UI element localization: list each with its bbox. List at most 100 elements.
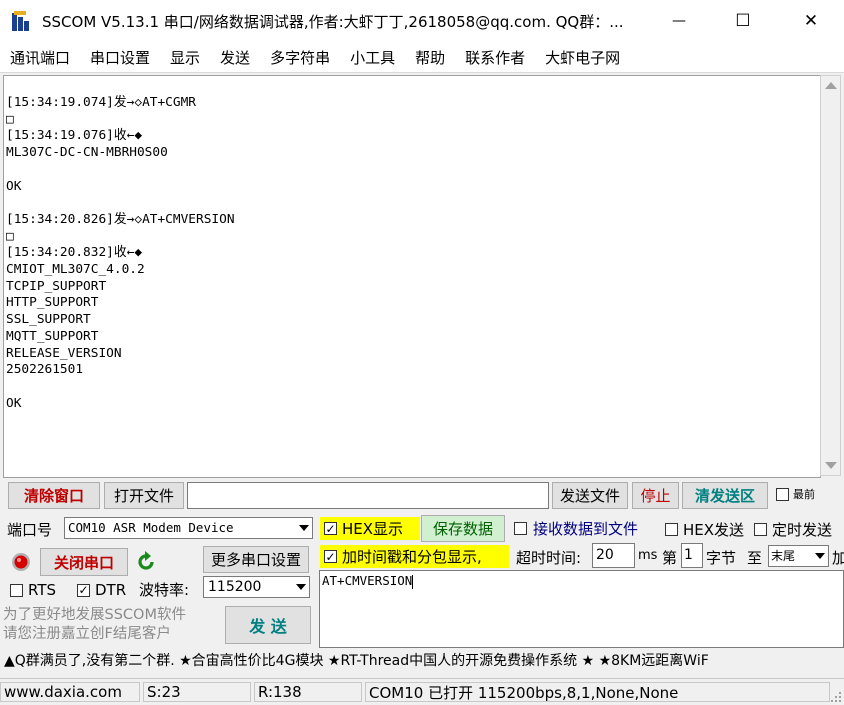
status-sent-count: S:23 (143, 682, 251, 702)
refresh-icon[interactable] (135, 551, 157, 573)
close-button[interactable]: ✕ (788, 0, 834, 42)
timestamp-option[interactable]: ✓ 加时间戳和分包显示, (320, 545, 509, 568)
topmost-checkbox[interactable] (776, 487, 789, 501)
ms-unit-label: ms (638, 548, 658, 563)
text-cursor (412, 574, 414, 589)
rts-checkbox[interactable] (10, 583, 23, 597)
stop-button[interactable]: 停止 (632, 482, 679, 509)
save-data-button[interactable]: 保存数据 (421, 515, 505, 542)
recv-to-file-checkbox[interactable] (514, 522, 527, 535)
dtr-checkbox[interactable]: ✓ (77, 583, 90, 597)
receive-line (6, 379, 235, 396)
receive-scrollbar[interactable] (820, 75, 841, 476)
title-bar: SSCOM V5.13.1 串口/网络数据调试器,作者:大虾丁丁,2618058… (0, 0, 844, 42)
timeout-label: 超时时间: (516, 549, 582, 567)
hex-display-label: HEX显示 (342, 520, 404, 538)
receive-line: 2502261501 (6, 362, 84, 378)
chevron-down-icon[interactable] (295, 518, 312, 538)
receive-line: HTTP_SUPPORT (6, 295, 99, 311)
status-port-info: COM10 已打开 115200bps,8,1,None,None (365, 682, 830, 702)
hex-display-option[interactable]: ✓ HEX显示 (320, 517, 420, 540)
maximize-icon: ☐ (735, 11, 751, 31)
send-file-button[interactable]: 发送文件 (552, 482, 628, 509)
receive-line: RELEASE_VERSION (6, 345, 122, 361)
port-select-value: COM10 ASR Modem Device (68, 520, 234, 535)
receive-line (6, 162, 235, 179)
dtr-option[interactable]: ✓ DTR (77, 581, 126, 599)
baud-rate-select[interactable]: 115200 (203, 576, 310, 598)
scroll-up-icon[interactable] (825, 82, 837, 89)
timestamp-checkbox[interactable]: ✓ (324, 550, 337, 563)
start-byte-input[interactable]: 1 (681, 543, 703, 568)
timestamp-label: 加时间戳和分包显示, (342, 548, 482, 566)
chevron-down-icon[interactable] (811, 546, 828, 566)
receive-line: SSL_SUPPORT (6, 312, 91, 328)
news-ticker[interactable]: ▲Q群满员了,没有第二个群. ★合宙高性价比4G模块 ★RT-Thread中国人… (4, 650, 842, 672)
rts-option[interactable]: RTS (10, 581, 56, 599)
maximize-button[interactable]: ☐ (720, 0, 766, 42)
hex-send-option[interactable]: HEX发送 (665, 519, 744, 540)
menu-help[interactable]: 帮助 (405, 47, 455, 68)
file-path-input[interactable] (187, 482, 549, 509)
sscom-app-icon (12, 11, 29, 31)
end-byte-select[interactable]: 末尾 (768, 545, 829, 567)
port-status-led-icon (12, 553, 30, 571)
receive-line: [15:34:19.076]收←◆ (6, 128, 143, 144)
menu-send[interactable]: 发送 (210, 47, 260, 68)
rts-label: RTS (28, 581, 57, 599)
receive-area[interactable]: [15:34:19.074]发→◇AT+CGMR □ [15:34:19.076]收… (3, 75, 821, 478)
scroll-down-icon[interactable] (825, 462, 837, 469)
menu-bar: 通讯端口 串口设置 显示 发送 多字符串 小工具 帮助 联系作者 大虾电子网 (0, 42, 844, 73)
port-label: 端口号 (7, 521, 53, 539)
resize-grip-icon[interactable] (828, 689, 842, 703)
send-button[interactable]: 发 送 (225, 606, 311, 644)
timeout-input[interactable]: 20 (592, 543, 635, 568)
topmost-label: 最前 (793, 488, 815, 501)
more-port-settings-button[interactable]: 更多串口设置 (203, 546, 309, 573)
status-website[interactable]: www.daxia.com (0, 682, 140, 702)
baud-rate-value: 115200 (208, 579, 262, 595)
menu-comm-port[interactable]: 通讯端口 (0, 47, 80, 68)
open-file-button[interactable]: 打开文件 (104, 482, 184, 509)
port-panel: 端口号 COM10 ASR Modem Device 关闭串口 更多串口设置 R… (0, 513, 316, 648)
baud-rate-label: 波特率: (139, 581, 190, 599)
receive-log: [15:34:19.074]发→◇AT+CGMR □ [15:34:19.076]收… (6, 95, 235, 412)
window-title: SSCOM V5.13.1 串口/网络数据调试器,作者:大虾丁丁,2618058… (42, 13, 624, 31)
receive-line: MQTT_SUPPORT (6, 328, 99, 344)
receive-line: [15:34:20.832]收←◆ (6, 245, 143, 261)
clear-send-area-button[interactable]: 清发送区 (682, 482, 768, 509)
promo-line-2: 请您注册嘉立创F结尾客户 (3, 626, 171, 642)
topmost-option[interactable]: 最前 (776, 486, 815, 502)
status-received-count: R:138 (254, 682, 362, 702)
byte-label: 字节 (706, 549, 737, 567)
hex-display-checkbox[interactable]: ✓ (324, 522, 337, 535)
receive-line: OK (6, 395, 22, 411)
dtr-label: DTR (95, 581, 127, 599)
port-select[interactable]: COM10 ASR Modem Device (64, 517, 313, 539)
close-port-button[interactable]: 关闭串口 (40, 548, 128, 576)
chevron-down-icon[interactable] (292, 577, 309, 597)
end-byte-value: 末尾 (771, 549, 796, 563)
send-text-input[interactable]: AT+CMVERSION (319, 570, 844, 648)
recv-to-file-option[interactable]: 接收数据到文件 (514, 518, 638, 539)
menu-contact-author[interactable]: 联系作者 (455, 47, 535, 68)
timed-send-checkbox[interactable] (754, 523, 767, 536)
minimize-button[interactable]: — (656, 0, 702, 42)
timed-send-option[interactable]: 定时发送 (754, 519, 832, 540)
receive-line: ML307C-DC-CN-MBRH0S00 (6, 145, 168, 161)
timed-send-label: 定时发送 (772, 521, 833, 539)
menu-port-settings[interactable]: 串口设置 (80, 47, 160, 68)
menu-display[interactable]: 显示 (160, 47, 210, 68)
clear-window-button[interactable]: 清除窗口 (8, 482, 100, 509)
menu-daxia-website[interactable]: 大虾电子网 (535, 47, 630, 68)
promo-line-1: 为了更好地发展SSCOM软件 (3, 607, 186, 623)
hex-send-checkbox[interactable] (665, 523, 678, 536)
menu-tools[interactable]: 小工具 (340, 47, 405, 68)
menu-multi-string[interactable]: 多字符串 (260, 47, 340, 68)
receive-line: [15:34:19.074]发→◇AT+CGMR (6, 95, 196, 110)
receive-line: OK (6, 178, 22, 194)
promo-text: 为了更好地发展SSCOM软件 请您注册嘉立创F结尾客户 (3, 606, 186, 644)
receive-line: TCPIP_SUPPORT (6, 278, 107, 294)
send-text-value: AT+CMVERSION (322, 573, 413, 588)
recv-to-file-label: 接收数据到文件 (533, 520, 639, 538)
